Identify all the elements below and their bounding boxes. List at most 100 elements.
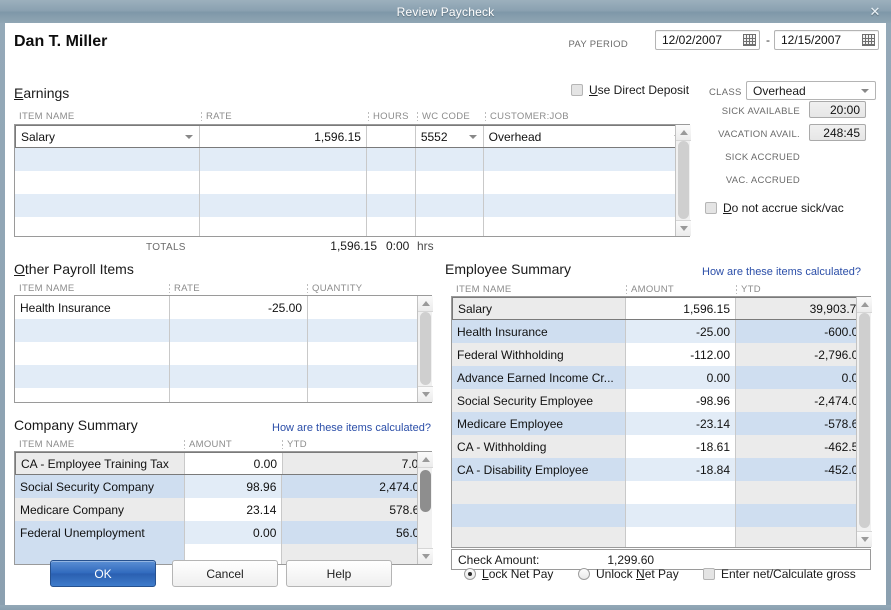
table-row[interactable]: Federal Withholding -112.00 -2,796.00: [452, 343, 870, 366]
vacation-avail-value[interactable]: 248:45: [809, 124, 866, 141]
scrollbar-thumb[interactable]: [420, 312, 431, 385]
table-row[interactable]: [15, 319, 431, 342]
empty-cell[interactable]: [200, 194, 367, 217]
table-row[interactable]: [452, 527, 870, 547]
help-button[interactable]: Help: [286, 560, 392, 587]
empty-cell[interactable]: [736, 504, 870, 527]
empty-cell[interactable]: [367, 194, 416, 217]
table-row[interactable]: Advance Earned Income Cr... 0.00 0.00: [452, 366, 870, 389]
empty-cell[interactable]: [416, 171, 484, 194]
empty-cell[interactable]: [626, 481, 736, 504]
close-icon[interactable]: ✕: [867, 3, 883, 19]
empty-cell[interactable]: [484, 194, 689, 217]
empty-cell[interactable]: [15, 148, 200, 171]
class-dropdown[interactable]: Overhead: [746, 81, 876, 100]
empty-cell[interactable]: [200, 148, 367, 171]
company-amount[interactable]: 0.00: [185, 453, 283, 474]
other-payroll-item-name[interactable]: Health Insurance: [15, 296, 170, 319]
earnings-scrollbar[interactable]: [675, 125, 691, 236]
empty-cell[interactable]: [452, 527, 626, 547]
employee-ytd[interactable]: 0.00: [736, 366, 870, 389]
empty-cell[interactable]: [15, 194, 200, 217]
table-row[interactable]: [15, 171, 689, 194]
table-row[interactable]: [15, 194, 689, 217]
empty-cell[interactable]: [15, 365, 170, 388]
employee-amount[interactable]: -25.00: [626, 320, 736, 343]
earnings-wc-code[interactable]: 5552: [416, 126, 484, 147]
table-row[interactable]: Salary 1,596.15 5552 Overhead: [15, 125, 689, 148]
employee-amount[interactable]: -112.00: [626, 343, 736, 366]
ok-button[interactable]: OK: [50, 560, 156, 587]
empty-cell[interactable]: [452, 481, 626, 504]
employee-ytd[interactable]: -2,474.03: [736, 389, 870, 412]
empty-cell[interactable]: [170, 342, 308, 365]
empty-cell[interactable]: [736, 527, 870, 547]
scroll-up-icon[interactable]: [418, 296, 433, 312]
employee-amount[interactable]: -18.84: [626, 458, 736, 481]
empty-cell[interactable]: [416, 194, 484, 217]
table-row[interactable]: Salary 1,596.15 39,903.75: [452, 297, 870, 320]
empty-cell[interactable]: [15, 319, 170, 342]
other-payroll-rate[interactable]: -25.00: [170, 296, 308, 319]
employee-item-name[interactable]: CA - Disability Employee: [452, 458, 626, 481]
company-amount[interactable]: 0.00: [184, 521, 283, 544]
empty-cell[interactable]: [308, 319, 431, 342]
employee-ytd[interactable]: -600.00: [736, 320, 870, 343]
employee-item-name[interactable]: Health Insurance: [452, 320, 626, 343]
empty-cell[interactable]: [308, 342, 431, 365]
scrollbar-thumb[interactable]: [678, 141, 689, 219]
table-row[interactable]: Federal Unemployment 0.00 56.00: [15, 521, 431, 544]
company-summary-calc-link[interactable]: How are these items calculated?: [272, 422, 431, 434]
earnings-grid[interactable]: Salary 1,596.15 5552 Overhead: [14, 124, 690, 237]
company-ytd[interactable]: 56.00: [282, 521, 431, 544]
company-item-name[interactable]: Social Security Company: [15, 475, 185, 498]
table-row[interactable]: Health Insurance -25.00 -600.00: [452, 320, 870, 343]
empty-cell[interactable]: [308, 365, 431, 388]
employee-ytd[interactable]: 39,903.75: [736, 298, 868, 319]
other-payroll-quantity[interactable]: [308, 296, 431, 319]
table-row[interactable]: Medicare Employee -23.14 -578.60: [452, 412, 870, 435]
employee-ytd[interactable]: -578.60: [736, 412, 870, 435]
scroll-down-icon[interactable]: [418, 386, 433, 402]
empty-cell[interactable]: [15, 217, 200, 236]
empty-cell[interactable]: [367, 171, 416, 194]
employee-ytd[interactable]: -452.03: [736, 458, 870, 481]
cancel-button[interactable]: Cancel: [172, 560, 278, 587]
employee-item-name[interactable]: Advance Earned Income Cr...: [452, 366, 626, 389]
table-row[interactable]: [15, 388, 431, 402]
table-row[interactable]: Social Security Company 98.96 2,474.03: [15, 475, 431, 498]
empty-cell[interactable]: [626, 504, 736, 527]
table-row[interactable]: [15, 342, 431, 365]
scroll-up-icon[interactable]: [418, 452, 433, 468]
empty-cell[interactable]: [170, 365, 308, 388]
empty-cell[interactable]: [626, 527, 736, 547]
employee-item-name[interactable]: Medicare Employee: [452, 412, 626, 435]
company-amount[interactable]: 23.14: [185, 498, 283, 521]
empty-cell[interactable]: [736, 481, 870, 504]
table-row[interactable]: [15, 148, 689, 171]
empty-cell[interactable]: [367, 217, 416, 236]
other-payroll-grid[interactable]: Health Insurance -25.00: [14, 295, 432, 403]
company-ytd[interactable]: 578.60: [282, 498, 431, 521]
table-row[interactable]: [15, 217, 689, 236]
scroll-down-icon[interactable]: [676, 220, 691, 236]
empty-cell[interactable]: [15, 388, 170, 402]
employee-amount[interactable]: -18.61: [626, 435, 736, 458]
earnings-customer-job[interactable]: Overhead: [484, 126, 688, 147]
employee-ytd[interactable]: -2,796.00: [736, 343, 870, 366]
company-ytd[interactable]: 2,474.03: [282, 475, 431, 498]
scrollbar-thumb[interactable]: [420, 470, 431, 512]
employee-ytd[interactable]: -462.53: [736, 435, 870, 458]
lock-net-pay-radio[interactable]: Lock Net Pay: [464, 567, 553, 581]
table-row[interactable]: [452, 504, 870, 527]
empty-cell[interactable]: [416, 148, 484, 171]
company-ytd[interactable]: 7.00: [283, 453, 430, 474]
scroll-up-icon[interactable]: [676, 125, 691, 141]
empty-cell[interactable]: [484, 217, 689, 236]
company-amount[interactable]: 98.96: [184, 475, 283, 498]
employee-item-name[interactable]: CA - Withholding: [452, 435, 626, 458]
empty-cell[interactable]: [170, 319, 308, 342]
empty-cell[interactable]: [308, 388, 431, 402]
scroll-down-icon[interactable]: [418, 548, 433, 564]
enter-net-calculate-gross-checkbox[interactable]: Enter net/Calculate gross: [703, 567, 856, 581]
